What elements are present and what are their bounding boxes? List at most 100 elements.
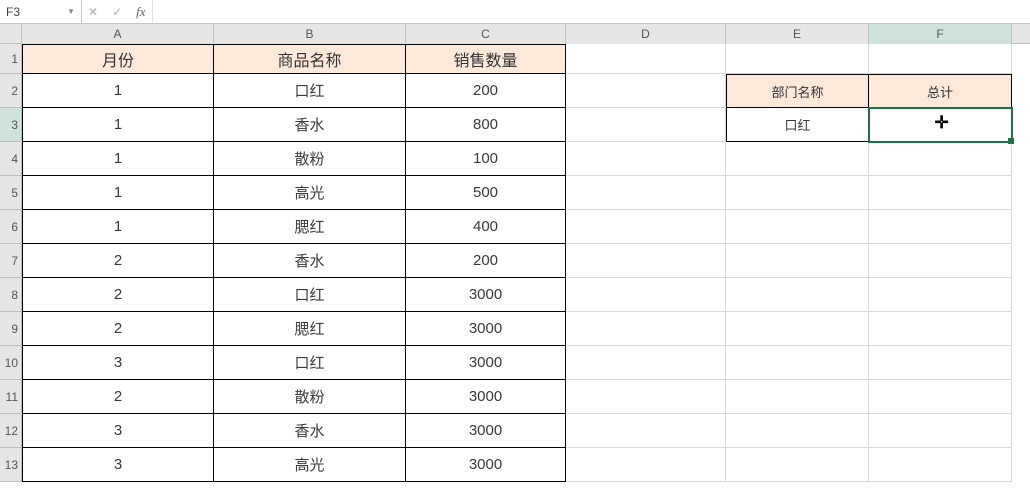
cell[interactable] — [726, 278, 869, 312]
cell[interactable] — [566, 74, 726, 108]
table-cell[interactable]: 400 — [406, 210, 566, 244]
cell[interactable] — [566, 346, 726, 380]
table-cell[interactable]: 3000 — [406, 346, 566, 380]
table-cell[interactable]: 2 — [22, 244, 214, 278]
cell[interactable] — [566, 210, 726, 244]
cell[interactable] — [566, 414, 726, 448]
table-cell[interactable]: 散粉 — [214, 142, 406, 176]
table-cell[interactable]: 3 — [22, 414, 214, 448]
table-cell[interactable]: 香水 — [214, 108, 406, 142]
table-cell[interactable]: 高光 — [214, 176, 406, 210]
col-header-F[interactable]: F — [869, 24, 1012, 44]
row-header-6[interactable]: 6 — [0, 210, 22, 244]
cell[interactable] — [726, 414, 869, 448]
cell[interactable] — [726, 176, 869, 210]
name-box[interactable]: F3 ▼ — [0, 0, 82, 23]
col-header-A[interactable]: A — [22, 24, 214, 44]
spreadsheet-grid[interactable]: ABCDEF 12345678910111213 月份商品名称销售数量1口红20… — [0, 24, 1030, 502]
cell[interactable] — [566, 44, 726, 74]
table-cell[interactable]: 口红 — [214, 278, 406, 312]
cell[interactable] — [869, 414, 1012, 448]
cell[interactable] — [566, 142, 726, 176]
cell[interactable] — [869, 346, 1012, 380]
cell[interactable] — [566, 448, 726, 482]
cell[interactable] — [566, 312, 726, 346]
side-cell[interactable]: 口红 — [726, 108, 869, 142]
row-header-1[interactable]: 1 — [0, 44, 22, 74]
cell[interactable] — [566, 108, 726, 142]
table-cell[interactable]: 1 — [22, 108, 214, 142]
cell[interactable] — [726, 346, 869, 380]
table-cell[interactable]: 香水 — [214, 414, 406, 448]
table-cell[interactable]: 2 — [22, 312, 214, 346]
table-cell[interactable]: 3 — [22, 346, 214, 380]
col-header-E[interactable]: E — [726, 24, 869, 44]
cell[interactable] — [869, 448, 1012, 482]
table-cell[interactable]: 腮红 — [214, 312, 406, 346]
row-header-5[interactable]: 5 — [0, 176, 22, 210]
cell[interactable] — [869, 142, 1012, 176]
cell[interactable] — [566, 176, 726, 210]
row-header-7[interactable]: 7 — [0, 244, 22, 278]
side-cell[interactable] — [869, 108, 1012, 142]
cell[interactable] — [726, 244, 869, 278]
cells-area[interactable]: 月份商品名称销售数量1口红2001香水8001散粉1001高光5001腮红400… — [22, 44, 1030, 502]
cell[interactable] — [726, 44, 869, 74]
name-box-dropdown-icon[interactable]: ▼ — [67, 7, 75, 16]
table-cell[interactable]: 3000 — [406, 312, 566, 346]
table-cell[interactable]: 3000 — [406, 448, 566, 482]
table-cell[interactable]: 3 — [22, 448, 214, 482]
row-header-8[interactable]: 8 — [0, 278, 22, 312]
table-cell[interactable]: 3000 — [406, 380, 566, 414]
row-header-2[interactable]: 2 — [0, 74, 22, 108]
cell[interactable] — [869, 44, 1012, 74]
cancel-icon[interactable]: ✕ — [88, 5, 98, 19]
row-header-9[interactable]: 9 — [0, 312, 22, 346]
col-header-C[interactable]: C — [406, 24, 566, 44]
table-cell[interactable]: 腮红 — [214, 210, 406, 244]
row-header-10[interactable]: 10 — [0, 346, 22, 380]
cell[interactable] — [726, 380, 869, 414]
fx-icon[interactable]: fx — [136, 4, 145, 20]
table-cell[interactable]: 高光 — [214, 448, 406, 482]
table-cell[interactable]: 2 — [22, 380, 214, 414]
row-header-4[interactable]: 4 — [0, 142, 22, 176]
cell[interactable] — [726, 448, 869, 482]
select-all-corner[interactable] — [0, 24, 22, 44]
table-cell[interactable]: 散粉 — [214, 380, 406, 414]
table-cell[interactable]: 100 — [406, 142, 566, 176]
col-header-D[interactable]: D — [566, 24, 726, 44]
table-cell[interactable]: 3000 — [406, 414, 566, 448]
cell[interactable] — [566, 380, 726, 414]
cell[interactable] — [726, 142, 869, 176]
cell[interactable] — [869, 210, 1012, 244]
cell[interactable] — [869, 278, 1012, 312]
formula-input[interactable] — [153, 0, 1030, 23]
cell[interactable] — [869, 244, 1012, 278]
table-cell[interactable]: 200 — [406, 244, 566, 278]
table-cell[interactable]: 口红 — [214, 74, 406, 108]
table-cell[interactable]: 1 — [22, 210, 214, 244]
cell[interactable] — [869, 176, 1012, 210]
row-header-3[interactable]: 3 — [0, 108, 22, 142]
row-header-13[interactable]: 13 — [0, 448, 22, 482]
table-cell[interactable]: 1 — [22, 142, 214, 176]
table-cell[interactable]: 500 — [406, 176, 566, 210]
table-cell[interactable]: 1 — [22, 176, 214, 210]
table-cell[interactable]: 3000 — [406, 278, 566, 312]
table-cell[interactable]: 1 — [22, 74, 214, 108]
cell[interactable] — [566, 278, 726, 312]
row-header-12[interactable]: 12 — [0, 414, 22, 448]
table-cell[interactable]: 800 — [406, 108, 566, 142]
cell[interactable] — [726, 210, 869, 244]
confirm-icon[interactable]: ✓ — [112, 5, 122, 19]
table-cell[interactable]: 200 — [406, 74, 566, 108]
cell[interactable] — [869, 380, 1012, 414]
table-cell[interactable]: 2 — [22, 278, 214, 312]
table-cell[interactable]: 口红 — [214, 346, 406, 380]
row-header-11[interactable]: 11 — [0, 380, 22, 414]
cell[interactable] — [726, 312, 869, 346]
col-header-B[interactable]: B — [214, 24, 406, 44]
cell[interactable] — [869, 312, 1012, 346]
table-cell[interactable]: 香水 — [214, 244, 406, 278]
